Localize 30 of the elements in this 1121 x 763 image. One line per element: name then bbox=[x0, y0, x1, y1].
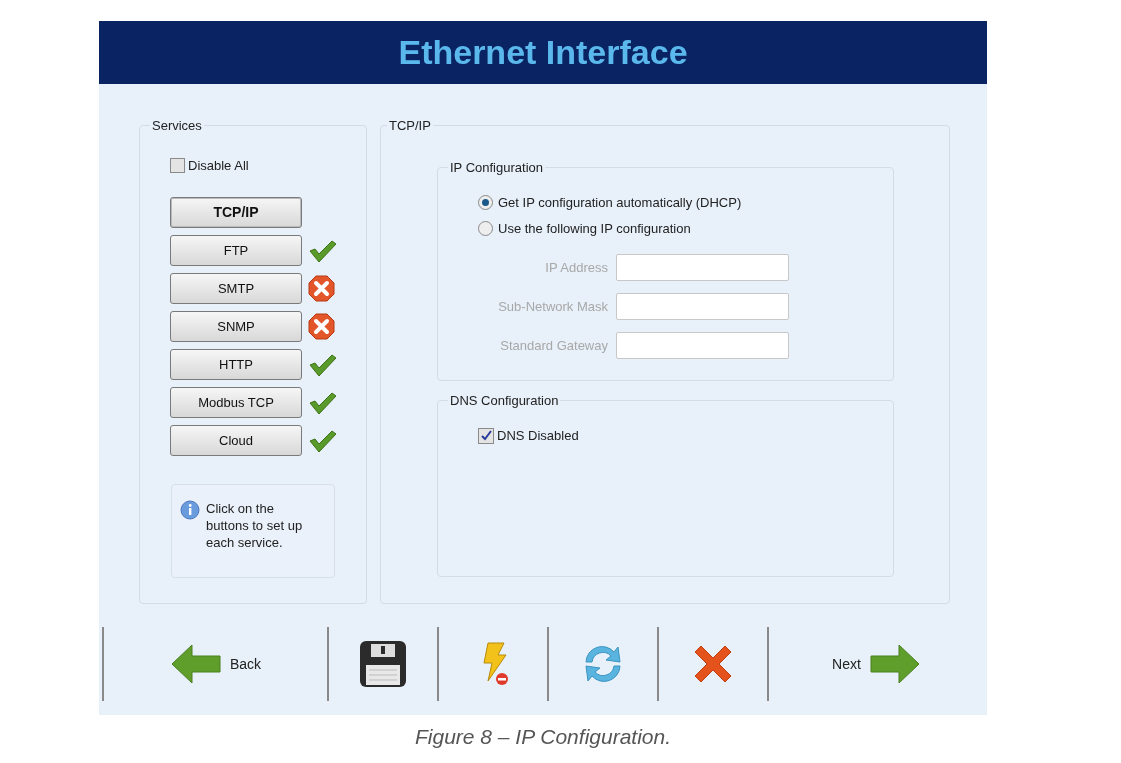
radio-button[interactable] bbox=[478, 195, 493, 211]
radio-label: Use the following IP configuration bbox=[498, 219, 691, 238]
service-button[interactable]: SMTP bbox=[170, 273, 302, 304]
service-button[interactable]: Modbus TCP bbox=[170, 387, 302, 418]
service-button[interactable]: Cloud bbox=[170, 425, 302, 456]
left-arrow-icon bbox=[169, 642, 222, 686]
service-button[interactable]: HTTP bbox=[170, 349, 302, 380]
service-button[interactable]: FTP bbox=[170, 235, 302, 266]
toolbar-button[interactable]: Next bbox=[832, 642, 921, 686]
service-button[interactable]: SNMP bbox=[170, 311, 302, 342]
radio-button[interactable] bbox=[478, 220, 493, 236]
toolbar-button[interactable]: Back bbox=[169, 642, 262, 686]
field-label: Standard Gateway bbox=[499, 336, 608, 355]
disable-all-checkbox[interactable] bbox=[170, 157, 185, 173]
radio-label: Get IP configuration automatically (DHCP) bbox=[498, 194, 742, 212]
service-button[interactable]: TCP/IP bbox=[170, 197, 302, 228]
group-label: Services bbox=[151, 117, 203, 135]
window-title: Ethernet Interface bbox=[398, 32, 688, 73]
group-label: DNS Configuration bbox=[449, 391, 560, 410]
hint-text: Click on the buttons to set up each service. bbox=[206, 500, 304, 552]
checkbox-label: DNS Disabled bbox=[497, 427, 579, 445]
right-arrow-icon bbox=[868, 642, 921, 686]
group-label: IP Configuration bbox=[449, 158, 544, 177]
field-label: Sub-Network Mask bbox=[497, 297, 608, 316]
info-icon bbox=[180, 500, 200, 520]
checkbox-label: Disable All bbox=[188, 156, 249, 175]
figure-caption: Figure 8 – IP Configuration. bbox=[415, 725, 671, 748]
toolbar-button[interactable] bbox=[359, 640, 407, 688]
group-label: TCP/IP bbox=[388, 117, 432, 135]
field-label: IP Address bbox=[544, 258, 608, 277]
